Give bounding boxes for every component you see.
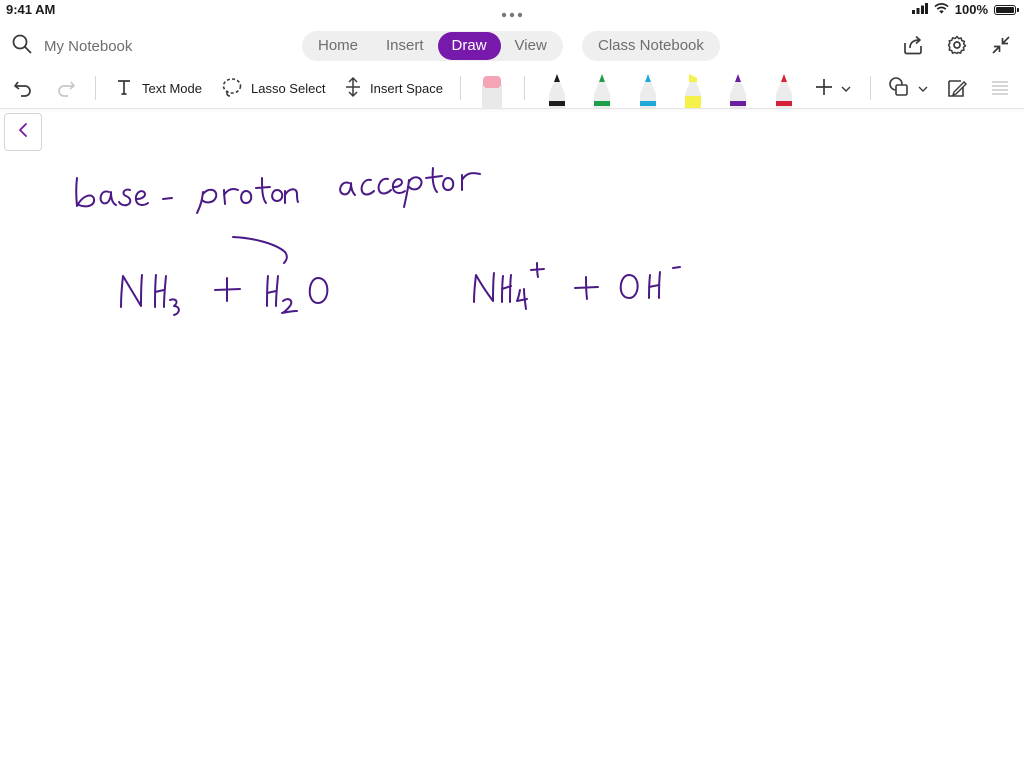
ink-line-base-definition <box>75 167 481 214</box>
handwritten-ink <box>75 167 681 316</box>
ink-reactants <box>120 236 329 316</box>
ink-products <box>473 262 681 310</box>
